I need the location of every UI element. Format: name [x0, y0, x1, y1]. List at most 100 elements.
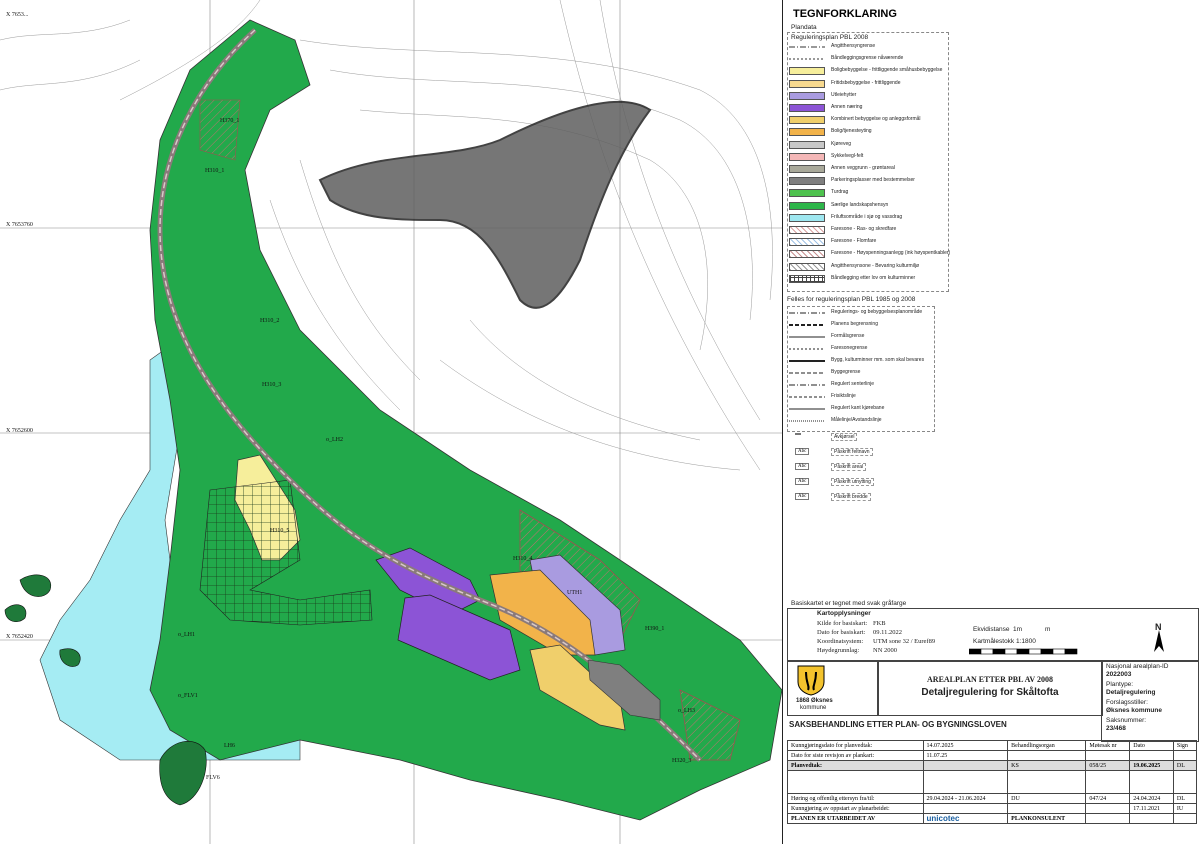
- legend-swatch: [789, 226, 825, 234]
- zone-label[interactable]: H310_3: [262, 382, 281, 388]
- legend-row: Angitthensynsone - Bevaring kulturmiljø: [789, 262, 959, 273]
- kart-key: Koordinatsystem:: [817, 638, 864, 645]
- saks-heading: SAKSBEHANDLING ETTER PLAN- OG BYGNINGSLO…: [789, 720, 1007, 729]
- legend-label: Båndlegging etter lov om kulturminner: [831, 274, 916, 281]
- plan-map[interactable]: X 7653... X 7653760 X 7652600 X 7652420 …: [0, 0, 783, 844]
- line-row: Regulerings- og bebyggelsesplanområde: [789, 308, 959, 319]
- legend-swatch: [789, 274, 825, 283]
- line-label: Regulert senterlinje: [831, 381, 875, 387]
- legend-label: Faresone - Flomfare: [831, 238, 877, 245]
- kart-value: 09.11.2022: [873, 629, 903, 636]
- symbol-row: Abc Påskrift utnytting: [789, 477, 959, 488]
- ekvidistanse-unit: m: [1045, 626, 1051, 633]
- line-label: Frisiktslinje: [831, 393, 856, 399]
- legend-label: Annen næring: [831, 104, 863, 110]
- coord-label: X 7653...: [6, 12, 29, 18]
- line-label: Målelinje/Avstandslinje: [831, 417, 882, 423]
- legend-swatch: [789, 128, 825, 137]
- coord-label: X 7652420: [6, 634, 33, 640]
- legend-swatch: [789, 165, 825, 173]
- oppstart-dato: 17.11.2021: [1129, 803, 1174, 814]
- legend-label: Bolig/tjenesteyting: [831, 128, 872, 135]
- contour-lines: [0, 0, 773, 471]
- scale-segment: [1052, 648, 1066, 655]
- zone-label[interactable]: H310_1: [205, 168, 224, 174]
- line-swatch: [789, 420, 825, 422]
- col-org: Behandlingsorgan: [1007, 740, 1087, 751]
- legend-row: Friluftsområde i sjø og vassdrag: [789, 213, 959, 224]
- symbol-row: Avkjørsel: [789, 432, 959, 443]
- legend-row: Turdrag: [789, 188, 959, 199]
- legend-title: TEGNFORKLARING: [793, 8, 897, 20]
- legend-swatch: [789, 79, 825, 88]
- scale-label: Kartmålestokk 1:1800: [973, 638, 1036, 645]
- zone-label[interactable]: H320_3: [672, 758, 691, 764]
- legend-swatch: [789, 201, 825, 210]
- plan-id-box: Nasjonal arealplan-ID 2022003 Plantype: …: [1101, 660, 1199, 742]
- line-row: Målelinje/Avstandslinje: [789, 416, 959, 427]
- legend-swatch: [789, 213, 825, 222]
- ekvidistanse-label: Ekvidistanse: [973, 626, 1010, 633]
- legend-label: Særlige landskapshensyn: [831, 201, 889, 208]
- zone-label[interactable]: o_LH2: [326, 437, 343, 443]
- line-row: Faresonegrense: [789, 344, 959, 355]
- zone-label[interactable]: H310_4: [513, 556, 532, 562]
- zone-label[interactable]: UTH1: [567, 590, 582, 596]
- scale-segment: [1028, 648, 1042, 655]
- zone-label[interactable]: H310_2: [260, 318, 279, 324]
- legend-label: Kombinert bebyggelse og anleggsformål: [831, 116, 921, 123]
- planvedtak-org: KS: [1007, 760, 1087, 771]
- revisjon-value: 11.07.25: [922, 750, 1009, 761]
- scale-segment: [992, 648, 1006, 655]
- forslag-label: Forslagsstiller:: [1106, 699, 1148, 706]
- legend-row: Sykkelvegl-felt: [789, 152, 959, 163]
- legend-label: Sykkelvegl-felt: [831, 152, 864, 159]
- scale-segment: [1016, 648, 1030, 655]
- legend-swatch: [789, 262, 825, 271]
- legend-row: Kombinert bebyggelse og anleggsformål: [789, 115, 959, 126]
- horing-sign: DL: [1172, 793, 1198, 804]
- legend-row: Kjøreveg: [789, 140, 959, 151]
- legend-row: Angitthensyngrense: [789, 42, 959, 53]
- legend-label: Annen veggrunn - grøntareal: [831, 165, 895, 171]
- symbol-sample: Abc: [795, 478, 810, 485]
- logo-box: 1868 Øksnes kommune: [787, 660, 879, 716]
- saksnr: 23/468: [1106, 725, 1126, 732]
- line-label: Bygg, kulturminner mm. som skal bevares: [831, 357, 925, 363]
- felles-label: Felles for reguleringsplan PBL 1985 og 2…: [787, 296, 916, 303]
- line-label: Byggegrense: [831, 369, 861, 375]
- horing-dato: 24.04.2024: [1129, 793, 1174, 804]
- zone-label[interactable]: LH6: [224, 743, 235, 749]
- reg-plan-label: Reguleringsplan PBL 2008: [791, 34, 869, 41]
- legend-row: Bolig/tjenesteyting: [789, 127, 959, 138]
- revisjon-label: Dato for siste revisjon av plankart:: [787, 750, 924, 761]
- forslag: Øksnes kommune: [1106, 707, 1162, 714]
- legend-label: Turdrag: [831, 189, 849, 196]
- planvedtak-sak: 058/25: [1085, 760, 1131, 771]
- legend-row: Fritidsbebyggelse - frittliggende: [789, 79, 959, 90]
- zone-label[interactable]: o_LH3: [678, 708, 695, 714]
- symbol-row: Abc Påskrift areal: [789, 462, 959, 473]
- north-arrow-icon: [1154, 630, 1164, 652]
- plantype-label: Plantype:: [1106, 681, 1134, 688]
- kommune-name: 1868 Øksnes: [796, 698, 833, 704]
- zone-label[interactable]: o_LH1: [178, 632, 195, 638]
- horing-label: Høring og offentlig ettersyn fra/til:: [787, 793, 924, 804]
- line-swatch: [789, 348, 825, 350]
- zone-label[interactable]: H310_5: [270, 528, 289, 534]
- kunngjoring-value: 14.07.2025: [922, 740, 1009, 751]
- symbol-label: Påskrift utnytting: [831, 478, 874, 486]
- zone-label[interactable]: FLV6: [206, 775, 220, 781]
- scale-segment: [969, 648, 982, 655]
- zone-label[interactable]: o_FLV1: [178, 693, 198, 699]
- line-swatch: [789, 384, 825, 386]
- legend-label: Parkeringsplasser med bestemmelser: [831, 177, 915, 184]
- coord-label: X 7653760: [6, 222, 33, 228]
- legend-swatch: [789, 152, 825, 161]
- symbol-row: Abc Påskrift feltnavn: [789, 447, 959, 458]
- plantype: Detaljregulering: [1106, 689, 1156, 696]
- zone-label[interactable]: H390_1: [645, 626, 664, 632]
- line-label: Planens begrensning: [831, 321, 878, 327]
- zone-label[interactable]: H370_1: [220, 118, 239, 124]
- horing-org: DU: [1007, 793, 1087, 804]
